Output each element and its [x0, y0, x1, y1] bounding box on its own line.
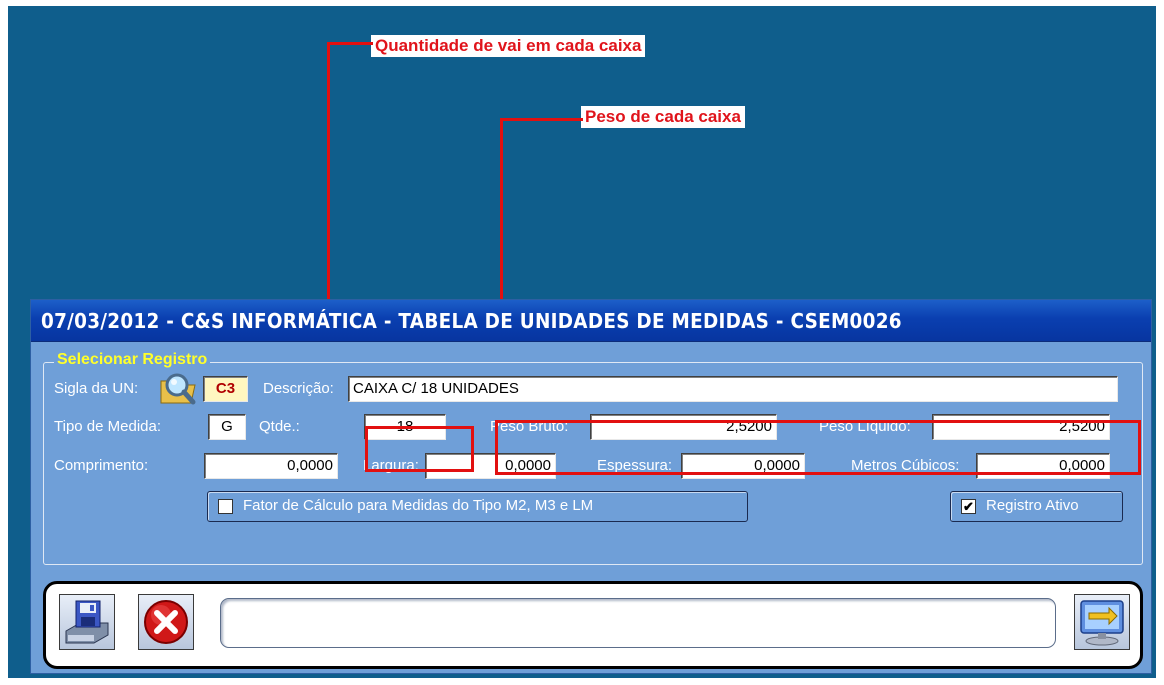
group-legend: Selecionar Registro — [54, 351, 211, 369]
registro-ativo-checkbox-group[interactable]: ✔ Registro Ativo — [950, 491, 1123, 522]
tipo-medida-label: Tipo de Medida: — [54, 418, 162, 435]
comprimento-field[interactable]: 0,0000 — [204, 453, 338, 479]
annotation-weight-line-top — [500, 118, 583, 121]
window-title: 07/03/2012 - C&S INFORMÁTICA - TABELA DE… — [41, 309, 902, 333]
fator-calculo-checkbox-group[interactable]: Fator de Cálculo para Medidas do Tipo M2… — [207, 491, 748, 522]
cancel-button[interactable] — [138, 594, 194, 650]
status-bar — [220, 598, 1056, 648]
annotation-weight: Peso de cada caixa — [581, 106, 745, 128]
annotation-quantity: Quantidade de vai em cada caixa — [371, 35, 646, 57]
registro-ativo-label: Registro Ativo — [986, 497, 1079, 514]
desktop-background: Quantidade de vai em cada caixa Peso de … — [8, 6, 1156, 678]
descricao-field[interactable]: CAIXA C/ 18 UNIDADES — [348, 376, 1118, 402]
swap-icon — [1080, 600, 1124, 646]
annotation-peso-highlight — [495, 420, 1141, 475]
swap-button[interactable] — [1074, 594, 1130, 650]
sigla-field[interactable]: C3 — [203, 376, 248, 402]
search-icon[interactable] — [157, 371, 199, 409]
bottom-toolbar — [43, 581, 1143, 669]
cancel-icon — [144, 600, 188, 644]
descricao-label: Descrição: — [263, 380, 334, 397]
annotation-quantity-line-top — [327, 42, 373, 45]
tipo-medida-field[interactable]: G — [208, 414, 246, 440]
save-icon — [65, 600, 109, 644]
unidades-medidas-window: 07/03/2012 - C&S INFORMÁTICA - TABELA DE… — [30, 299, 1152, 674]
comprimento-label: Comprimento: — [54, 457, 149, 474]
qtde-label: Qtde.: — [259, 418, 300, 435]
registro-ativo-checkbox[interactable]: ✔ — [961, 499, 976, 514]
window-titlebar[interactable]: 07/03/2012 - C&S INFORMÁTICA - TABELA DE… — [31, 300, 1151, 342]
fator-calculo-label: Fator de Cálculo para Medidas do Tipo M2… — [243, 497, 594, 514]
save-button[interactable] — [59, 594, 115, 650]
fator-calculo-checkbox[interactable] — [218, 499, 233, 514]
sigla-label: Sigla da UN: — [54, 380, 139, 397]
annotation-qtde-highlight — [365, 426, 474, 472]
